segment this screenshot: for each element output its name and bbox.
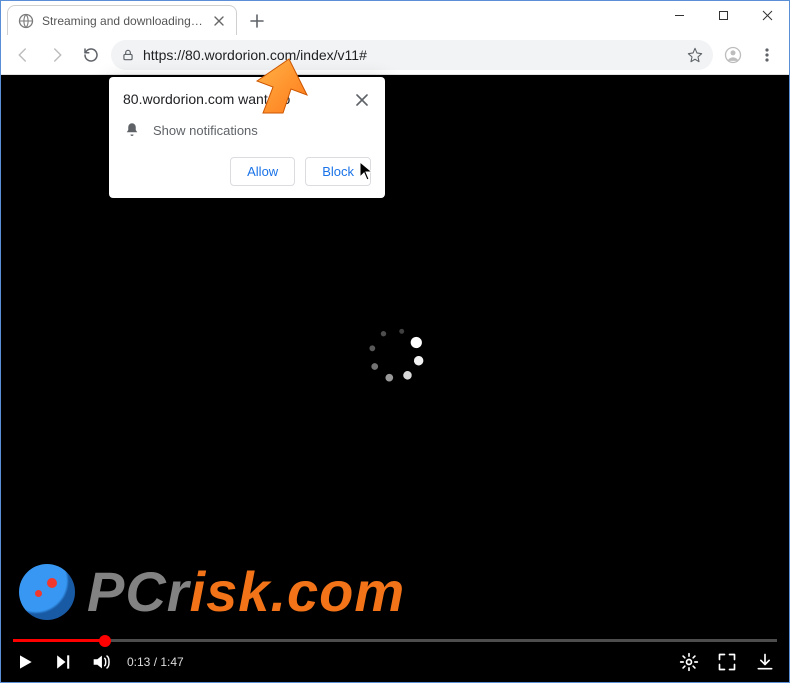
- minimize-button[interactable]: [657, 1, 701, 29]
- address-bar[interactable]: [111, 40, 713, 70]
- volume-button[interactable]: [89, 650, 113, 674]
- tab-strip: Streaming and downloading are: [1, 1, 657, 35]
- next-button[interactable]: [51, 650, 75, 674]
- play-button[interactable]: [13, 650, 37, 674]
- window-close-button[interactable]: [745, 1, 789, 29]
- browser-window: Streaming and downloading are: [0, 0, 790, 683]
- menu-button[interactable]: [753, 41, 781, 69]
- watermark-pcr: PCr: [87, 560, 190, 623]
- time-sep: /: [150, 655, 160, 669]
- toolbar: [1, 35, 789, 75]
- star-icon[interactable]: [687, 47, 703, 63]
- forward-button[interactable]: [43, 41, 71, 69]
- block-button[interactable]: Block: [305, 157, 371, 186]
- title-bar: Streaming and downloading are: [1, 1, 789, 35]
- reload-button[interactable]: [77, 41, 105, 69]
- player-controls: 0:13 / 1:47: [1, 642, 789, 682]
- globe-icon: [18, 13, 34, 29]
- window-controls: [657, 1, 789, 31]
- loading-spinner-icon: [365, 324, 425, 384]
- time-current: 0:13: [127, 655, 150, 669]
- time-total: 1:47: [160, 655, 183, 669]
- new-tab-button[interactable]: [243, 7, 271, 35]
- permission-dialog: 80.wordorion.com wants to Show notificat…: [109, 77, 385, 198]
- permission-row-label: Show notifications: [153, 123, 258, 138]
- tab-title: Streaming and downloading are: [42, 14, 204, 28]
- permission-close-button[interactable]: [353, 91, 371, 109]
- watermark: PCrisk.com: [19, 559, 405, 624]
- lock-icon[interactable]: [121, 48, 135, 62]
- maximize-button[interactable]: [701, 1, 745, 29]
- time-display: 0:13 / 1:47: [127, 655, 184, 669]
- close-tab-icon[interactable]: [212, 14, 226, 28]
- url-input[interactable]: [143, 47, 679, 63]
- settings-button[interactable]: [677, 650, 701, 674]
- watermark-text: PCrisk.com: [87, 559, 405, 624]
- tab-active[interactable]: Streaming and downloading are: [7, 5, 237, 35]
- fullscreen-button[interactable]: [715, 650, 739, 674]
- profile-button[interactable]: [719, 41, 747, 69]
- back-button[interactable]: [9, 41, 37, 69]
- allow-button[interactable]: Allow: [230, 157, 295, 186]
- watermark-isk: isk.com: [190, 560, 406, 623]
- download-button[interactable]: [753, 650, 777, 674]
- watermark-logo-icon: [19, 564, 75, 620]
- permission-origin: 80.wordorion.com wants to: [123, 91, 290, 107]
- bell-icon: [123, 121, 141, 139]
